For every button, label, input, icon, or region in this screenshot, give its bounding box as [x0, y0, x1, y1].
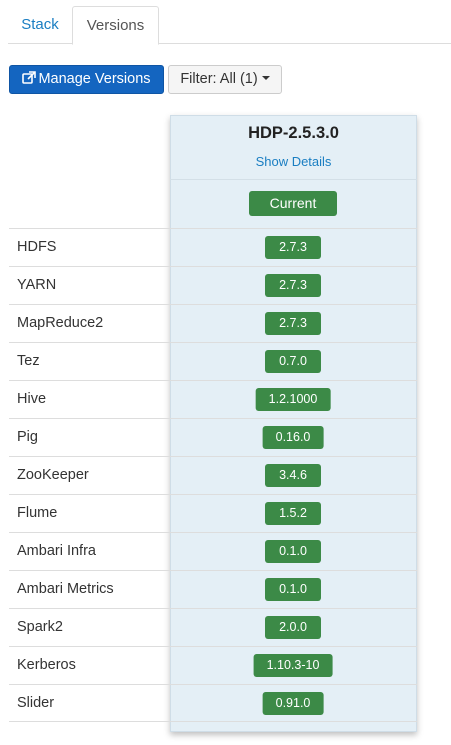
- table-row: HDFS 2.7.3: [9, 228, 417, 266]
- service-name: Spark2: [17, 619, 63, 635]
- table-row: Pig 0.16.0: [9, 418, 417, 456]
- service-version-badge: 2.7.3: [265, 236, 321, 259]
- tab-versions[interactable]: Versions: [72, 6, 159, 45]
- manage-versions-button[interactable]: Manage Versions: [9, 65, 164, 94]
- filter-label: Filter: All (1): [180, 71, 258, 87]
- table-row: Hive 1.2.1000: [9, 380, 417, 418]
- version-title-wrap: HDP-2.5.3.0: [0, 124, 417, 143]
- service-name: YARN: [17, 277, 57, 293]
- caret-down-icon: [261, 76, 270, 80]
- service-version-badge: 0.91.0: [262, 692, 324, 715]
- table-row: Ambari Metrics 0.1.0: [9, 570, 417, 608]
- table-row: ZooKeeper 3.4.6: [9, 456, 417, 494]
- column-divider: [170, 179, 417, 180]
- service-version-badge: 1.10.3-10: [253, 654, 333, 677]
- show-details-link[interactable]: Show Details: [170, 154, 417, 169]
- table-row: Kerberos 1.10.3-10: [9, 646, 417, 684]
- service-name: Ambari Infra: [17, 543, 96, 559]
- service-version-table: HDFS 2.7.3 YARN 2.7.3 MapReduce2 2.7.3 Tez 0.7.…: [9, 228, 417, 722]
- service-version-badge: 3.4.6: [265, 464, 321, 487]
- table-row: Tez 0.7.0: [9, 342, 417, 380]
- table-row: Slider 0.91.0: [9, 684, 417, 722]
- external-link-icon: [22, 68, 37, 95]
- service-name: Tez: [17, 353, 40, 369]
- service-name: Kerberos: [17, 657, 76, 673]
- service-version-badge: 1.5.2: [265, 502, 321, 525]
- service-version-badge: 1.2.1000: [255, 388, 331, 411]
- service-version-badge: 0.1.0: [265, 578, 321, 601]
- service-version-badge: 0.1.0: [265, 540, 321, 563]
- tab-bar: Stack Versions: [8, 6, 451, 45]
- service-name: Hive: [17, 391, 47, 407]
- service-name: Ambari Metrics: [17, 581, 114, 597]
- table-row: MapReduce2 2.7.3: [9, 304, 417, 342]
- current-status-button[interactable]: Current: [249, 191, 337, 216]
- service-name: HDFS: [17, 239, 57, 255]
- service-version-badge: 2.0.0: [265, 616, 321, 639]
- version-name: HDP-2.5.3.0: [248, 124, 339, 142]
- service-version-badge: 0.7.0: [265, 350, 321, 373]
- service-name: Flume: [17, 505, 58, 521]
- filter-dropdown[interactable]: Filter: All (1): [168, 65, 282, 94]
- service-version-badge: 2.7.3: [265, 274, 321, 297]
- service-version-badge: 0.16.0: [262, 426, 324, 449]
- tab-stack[interactable]: Stack: [8, 6, 72, 44]
- service-name: MapReduce2: [17, 315, 104, 331]
- service-version-badge: 2.7.3: [265, 312, 321, 335]
- table-row: Spark2 2.0.0: [9, 608, 417, 646]
- manage-versions-label: Manage Versions: [38, 71, 151, 87]
- service-name: ZooKeeper: [17, 467, 89, 483]
- table-row: Ambari Infra 0.1.0: [9, 532, 417, 570]
- table-row: Flume 1.5.2: [9, 494, 417, 532]
- service-name: Slider: [17, 695, 55, 711]
- table-row: YARN 2.7.3: [9, 266, 417, 304]
- service-name: Pig: [17, 429, 38, 445]
